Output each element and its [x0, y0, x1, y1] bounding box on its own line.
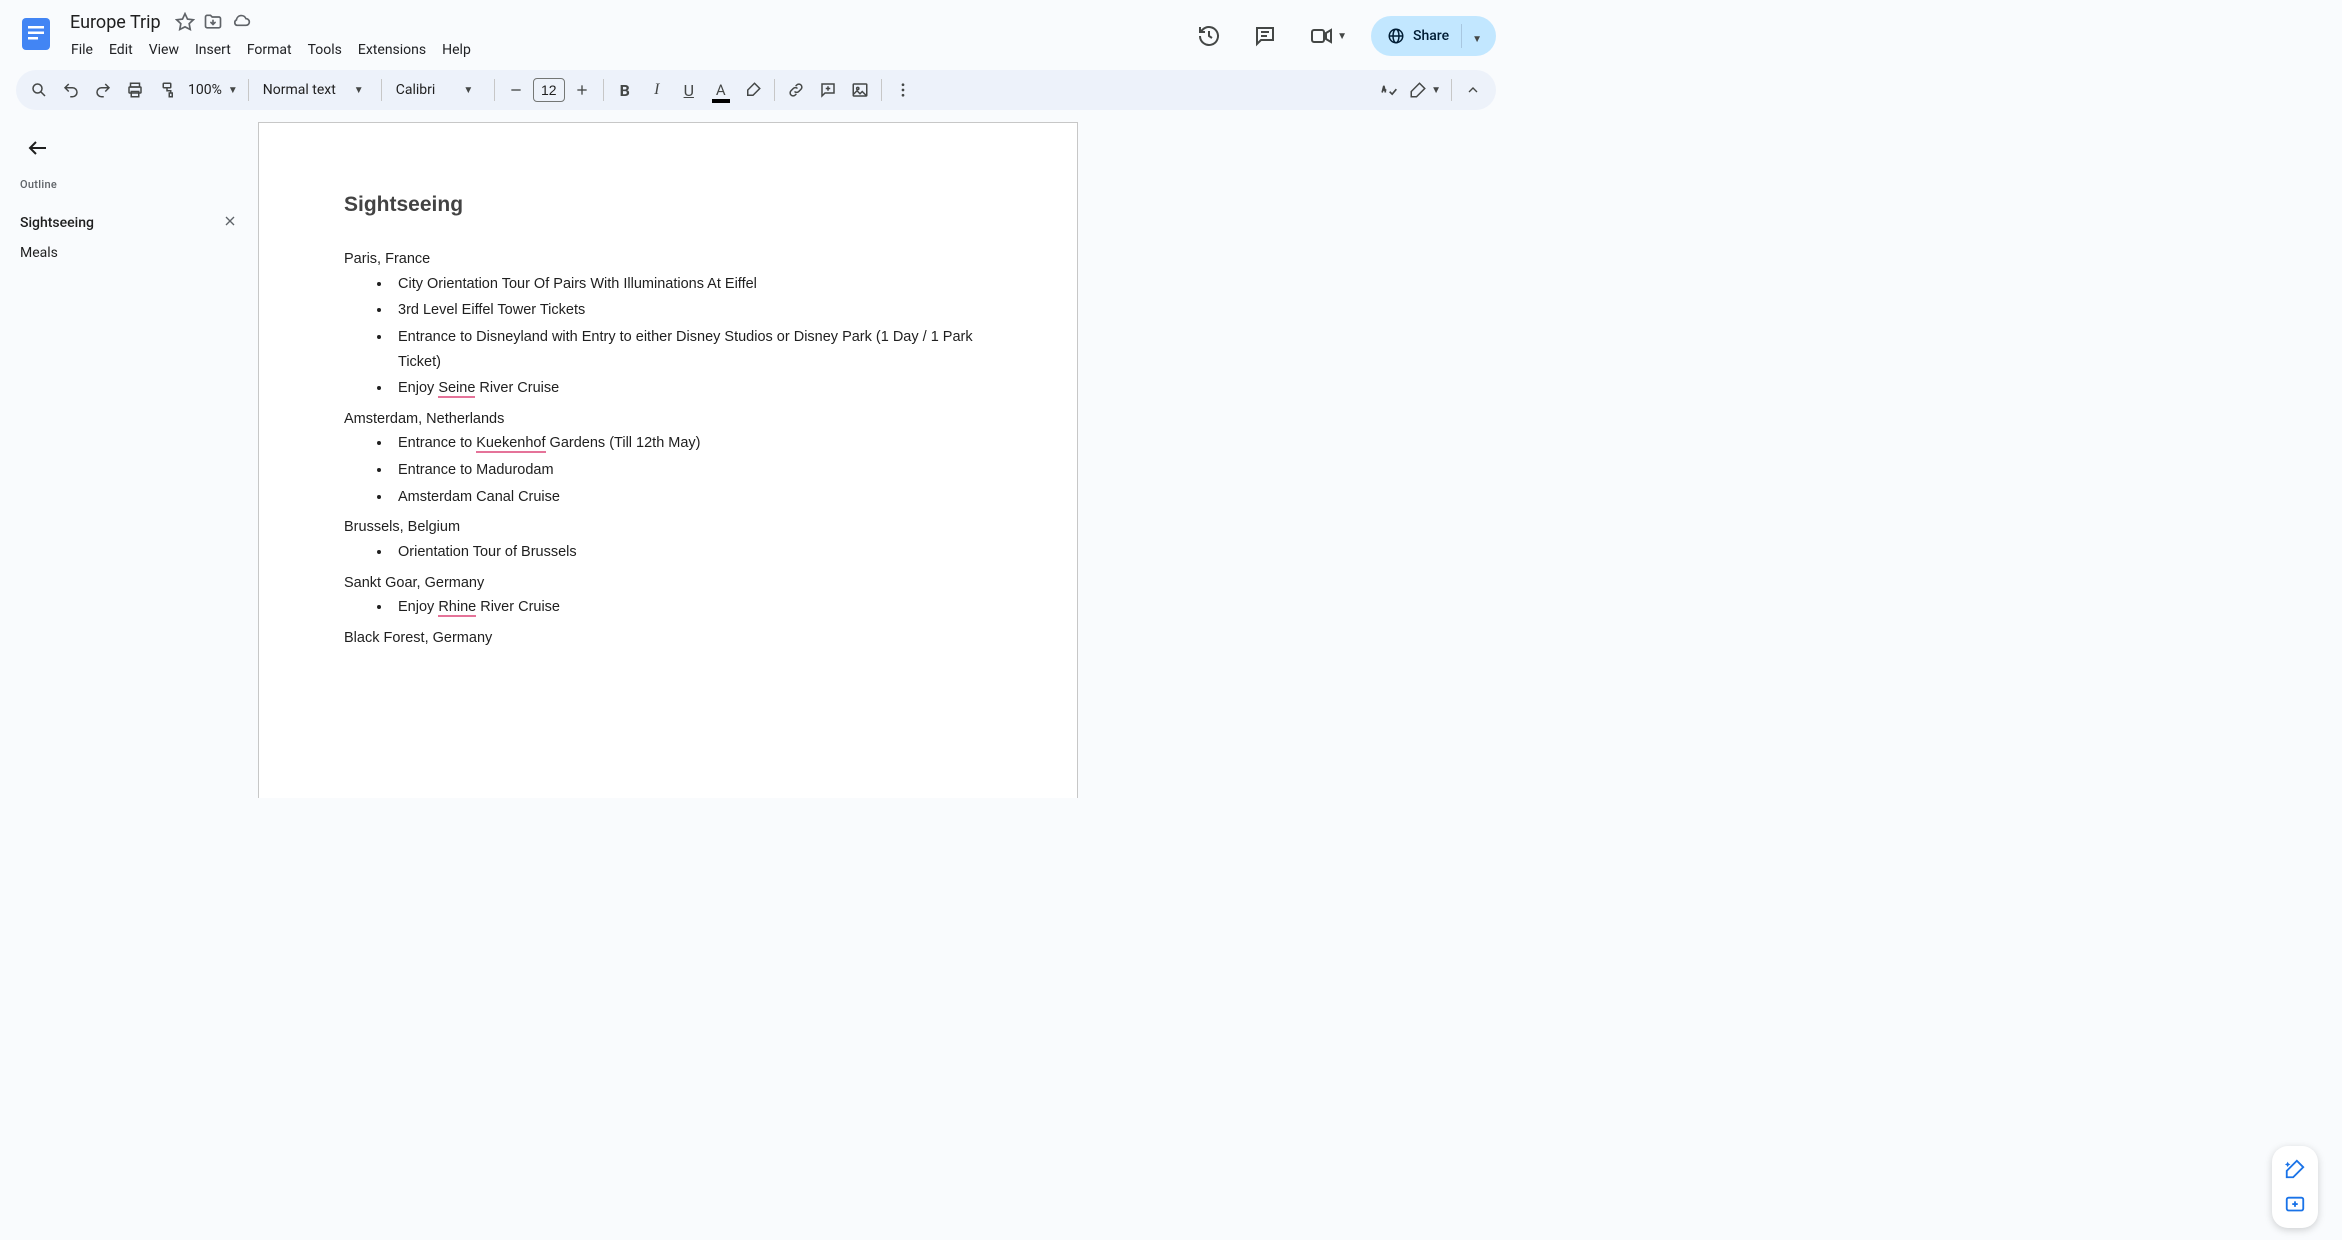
- bullet-list[interactable]: Orientation Tour of Brussels: [344, 540, 992, 565]
- location-heading[interactable]: Paris, France: [344, 247, 992, 272]
- font-family-dropdown[interactable]: Calibri▼: [388, 82, 488, 98]
- menubar: File Edit View Insert Format Tools Exten…: [64, 38, 1189, 62]
- document-canvas[interactable]: Sightseeing Paris, FranceCity Orientatio…: [250, 118, 1512, 798]
- header-right: ▼ Share ▼: [1189, 16, 1496, 56]
- spelling-error[interactable]: Kuekenhof: [476, 435, 545, 453]
- add-comment-fab[interactable]: [2278, 1190, 2312, 1220]
- insert-image-button[interactable]: [845, 75, 875, 105]
- toolbar-separator: [494, 79, 495, 101]
- paint-format-button[interactable]: [152, 75, 182, 105]
- outline-item[interactable]: Meals: [20, 239, 250, 267]
- font-size-input[interactable]: [533, 78, 565, 102]
- outline-label: Outline: [20, 178, 250, 191]
- italic-button[interactable]: I: [642, 75, 672, 105]
- list-item[interactable]: Entrance to Madurodam: [392, 458, 992, 483]
- move-icon[interactable]: [203, 12, 223, 32]
- comments-icon[interactable]: [1245, 16, 1285, 56]
- list-item[interactable]: Enjoy Rhine River Cruise: [392, 595, 992, 620]
- docs-logo[interactable]: [16, 14, 56, 54]
- cloud-status-icon[interactable]: [231, 12, 251, 32]
- workspace: Outline Sightseeing Meals Sightseeing Par…: [0, 118, 1512, 798]
- menu-help[interactable]: Help: [435, 38, 478, 62]
- header-bar: Europe Trip File Edit View Insert Format…: [0, 0, 1512, 62]
- floating-tools: [2272, 1146, 2318, 1228]
- location-heading[interactable]: Black Forest, Germany: [344, 626, 992, 651]
- spelling-error[interactable]: Seine: [438, 380, 475, 398]
- bullet-list[interactable]: Enjoy Rhine River Cruise: [344, 595, 992, 620]
- menu-tools[interactable]: Tools: [301, 38, 349, 62]
- share-label: Share: [1413, 28, 1449, 44]
- undo-button[interactable]: [56, 75, 86, 105]
- outline-item[interactable]: Sightseeing: [20, 207, 250, 239]
- globe-icon: [1387, 27, 1405, 45]
- text-color-button[interactable]: A: [706, 75, 736, 105]
- list-item[interactable]: Entrance to Kuekenhof Gardens (Till 12th…: [392, 431, 992, 456]
- bullet-list[interactable]: City Orientation Tour Of Pairs With Illu…: [344, 272, 992, 401]
- document-page[interactable]: Sightseeing Paris, FranceCity Orientatio…: [258, 122, 1078, 798]
- decrease-font-size-button[interactable]: [501, 75, 531, 105]
- spelling-error[interactable]: Rhine: [438, 599, 476, 617]
- history-icon[interactable]: [1189, 16, 1229, 56]
- title-area: Europe Trip File Edit View Insert Format…: [64, 8, 1189, 62]
- menu-insert[interactable]: Insert: [188, 38, 238, 62]
- more-toolbar-button[interactable]: [888, 75, 918, 105]
- document-body[interactable]: Paris, FranceCity Orientation Tour Of Pa…: [344, 247, 992, 651]
- search-icon[interactable]: [24, 75, 54, 105]
- document-title[interactable]: Europe Trip: [64, 10, 167, 35]
- outline-item-label: Meals: [20, 245, 58, 261]
- collapse-toolbar-button[interactable]: [1458, 75, 1488, 105]
- menu-file[interactable]: File: [64, 38, 100, 62]
- underline-button[interactable]: U: [674, 75, 704, 105]
- list-item[interactable]: Orientation Tour of Brussels: [392, 540, 992, 565]
- list-item[interactable]: 3rd Level Eiffel Tower Tickets: [392, 298, 992, 323]
- insert-link-button[interactable]: [781, 75, 811, 105]
- bullet-list[interactable]: Entrance to Kuekenhof Gardens (Till 12th…: [344, 431, 992, 509]
- highlight-color-button[interactable]: [738, 75, 768, 105]
- toolbar-separator: [248, 79, 249, 101]
- share-dropdown[interactable]: ▼: [1462, 27, 1492, 46]
- toolbar-separator: [881, 79, 882, 101]
- outline-back-button[interactable]: [20, 130, 56, 166]
- redo-button[interactable]: [88, 75, 118, 105]
- heading-sightseeing[interactable]: Sightseeing: [344, 193, 992, 217]
- toolbar-separator: [774, 79, 775, 101]
- toolbar-separator: [381, 79, 382, 101]
- zoom-dropdown[interactable]: 100%▼: [184, 82, 242, 98]
- menu-format[interactable]: Format: [240, 38, 299, 62]
- list-item[interactable]: Enjoy Seine River Cruise: [392, 376, 992, 401]
- list-item[interactable]: Amsterdam Canal Cruise: [392, 485, 992, 510]
- toolbar-separator: [603, 79, 604, 101]
- bold-button[interactable]: B: [610, 75, 640, 105]
- add-comment-button[interactable]: [813, 75, 843, 105]
- location-heading[interactable]: Sankt Goar, Germany: [344, 571, 992, 596]
- location-heading[interactable]: Amsterdam, Netherlands: [344, 407, 992, 432]
- list-item[interactable]: City Orientation Tour Of Pairs With Illu…: [392, 272, 992, 297]
- toolbar-separator: [1451, 79, 1452, 101]
- spellcheck-button[interactable]: [1373, 75, 1403, 105]
- outline-panel: Outline Sightseeing Meals: [0, 118, 250, 798]
- close-icon[interactable]: [222, 213, 238, 233]
- chevron-down-icon: ▼: [1337, 31, 1347, 42]
- print-button[interactable]: [120, 75, 150, 105]
- share-button[interactable]: Share ▼: [1371, 16, 1496, 56]
- menu-extensions[interactable]: Extensions: [351, 38, 433, 62]
- increase-font-size-button[interactable]: [567, 75, 597, 105]
- editing-mode-button[interactable]: ▼: [1405, 75, 1445, 105]
- explore-fab[interactable]: [2278, 1154, 2312, 1184]
- outline-item-label: Sightseeing: [20, 215, 94, 231]
- toolbar: 100%▼ Normal text▼ Calibri▼ B I U A ▼: [16, 70, 1496, 110]
- list-item[interactable]: Entrance to Disneyland with Entry to eit…: [392, 325, 992, 374]
- menu-edit[interactable]: Edit: [102, 38, 140, 62]
- meet-button[interactable]: ▼: [1301, 24, 1355, 48]
- location-heading[interactable]: Brussels, Belgium: [344, 515, 992, 540]
- star-icon[interactable]: [175, 12, 195, 32]
- menu-view[interactable]: View: [142, 38, 186, 62]
- paragraph-style-dropdown[interactable]: Normal text▼: [255, 82, 375, 98]
